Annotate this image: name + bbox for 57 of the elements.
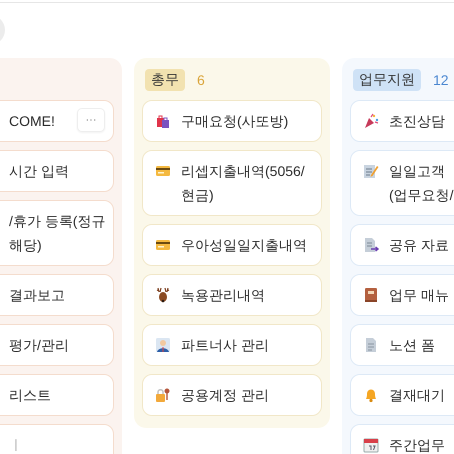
page-title: 결재대기 [389, 386, 445, 405]
page-title: 리스트 [9, 386, 51, 405]
page-title: 업무 매뉴 [389, 286, 449, 305]
page-title: 초진상담 [389, 112, 445, 131]
group-tag: 총무 [145, 69, 185, 91]
page-title: /휴가 등록(정규 해당) [9, 212, 106, 255]
doc-icon [363, 337, 379, 353]
page-card[interactable]: 파트너사 관리 [142, 324, 322, 366]
page-card[interactable]: 리셉지출내역(5056/ 현금) [142, 150, 322, 216]
item-count: 12 [433, 72, 449, 88]
page-card[interactable]: 우아성일일지출내역 [142, 224, 322, 266]
page-title: 녹용관리내역 [181, 286, 265, 305]
person-icon [155, 337, 171, 353]
page-title: 우아성일일지출내역 [181, 236, 307, 255]
page-card[interactable]: 주간업무 [350, 424, 454, 454]
page-title: 결과보고 [9, 286, 65, 305]
memo-icon [363, 163, 379, 179]
page-card[interactable]: 리스트 [0, 374, 114, 416]
page-card[interactable]: COME! ··· [0, 100, 114, 142]
page-title: 일일고객 (업무요청/ [389, 162, 454, 205]
page-card[interactable]: 노션 폼 [350, 324, 454, 366]
page-card[interactable]: 평가/관리 [0, 324, 114, 366]
page-card[interactable]: 공유 자료 [350, 224, 454, 266]
page-card[interactable]: 공용계정 관리 [142, 374, 322, 416]
page-card[interactable]: 업무 매뉴 [350, 274, 454, 316]
party-popper-icon [363, 113, 379, 129]
page-card[interactable]: 결과보고 [0, 274, 114, 316]
page-card[interactable]: 결재대기 [350, 374, 454, 416]
lock-icon [155, 387, 171, 403]
page-title: 주간업무 [389, 436, 445, 454]
deer-icon [155, 287, 171, 303]
page-card[interactable]: 초진상담 [350, 100, 454, 142]
shopping-bag-icon [155, 113, 171, 129]
bell-icon [363, 387, 379, 403]
page-card[interactable]: 시간 입력 [0, 150, 114, 192]
page-title: 평가/관리 [9, 336, 69, 355]
page-title: 노션 폼 [389, 336, 435, 355]
page-title: 시간 입력 [9, 162, 69, 181]
credit-card-icon [155, 237, 171, 253]
page-title: 공유 자료 [389, 236, 449, 255]
item-count: 6 [197, 72, 205, 88]
page-card[interactable]: 일일고객 (업무요청/ [350, 150, 454, 216]
page-title: 구매요청(사또방) [181, 112, 288, 131]
page-title: 공용계정 관리 [181, 386, 269, 405]
calendar-icon [363, 437, 379, 453]
credit-card-icon [155, 163, 171, 179]
page-title: ㅣ [9, 436, 23, 454]
page-card[interactable]: 녹용관리내역 [142, 274, 322, 316]
page-title: 리셉지출내역(5056/ 현금) [181, 162, 305, 205]
book-icon [363, 287, 379, 303]
page-card[interactable]: 구매요청(사또방) [142, 100, 322, 142]
page-card[interactable]: /휴가 등록(정규 해당) [0, 200, 114, 266]
page-title: COME! [9, 112, 55, 131]
more-button[interactable]: ··· [77, 108, 105, 132]
document-icon [363, 237, 379, 253]
page-title: 파트너사 관리 [181, 336, 269, 355]
group-tag: 업무지원 [353, 69, 421, 91]
